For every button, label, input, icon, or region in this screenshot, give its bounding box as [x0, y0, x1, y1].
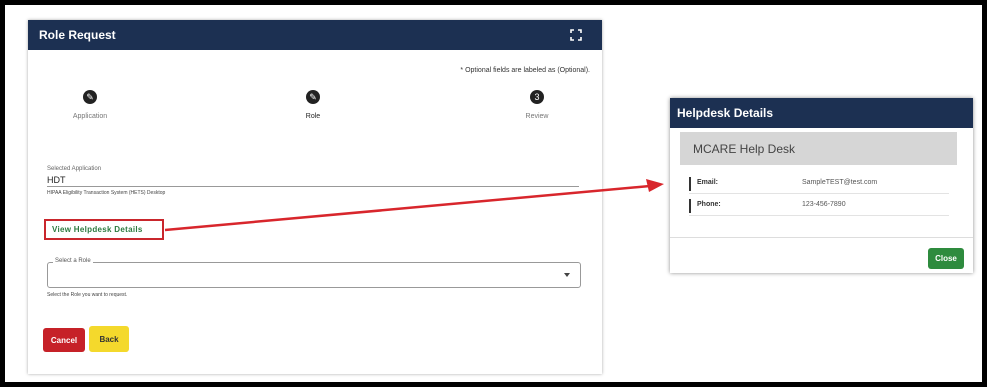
- step-label: Review: [525, 113, 549, 120]
- optional-fields-note: * Optional fields are labeled as (Option…: [460, 67, 590, 74]
- selected-application-value: HDT: [47, 175, 66, 185]
- modal-header: Helpdesk Details: [670, 98, 973, 128]
- panel-title: Role Request: [39, 28, 116, 42]
- step-review: 3 Review: [492, 90, 582, 120]
- step-label: Application: [72, 113, 108, 120]
- role-select[interactable]: Select a Role: [47, 258, 581, 288]
- step-role: ✎ Role: [268, 90, 358, 120]
- row-accent-bar: [689, 177, 691, 191]
- phone-row: Phone: 123-456-7890: [689, 198, 949, 216]
- expand-icon[interactable]: [568, 27, 584, 43]
- chevron-down-icon[interactable]: [564, 273, 570, 277]
- number-icon: 3: [530, 90, 544, 104]
- back-button[interactable]: Back: [89, 326, 129, 352]
- pencil-icon: ✎: [306, 90, 320, 104]
- phone-label: Phone:: [697, 201, 721, 208]
- email-label: Email:: [697, 179, 719, 186]
- view-helpdesk-details-link[interactable]: View Helpdesk Details: [44, 219, 164, 240]
- role-request-panel: Role Request * Optional fields are label…: [28, 20, 602, 374]
- phone-value: 123-456-7890: [802, 201, 846, 208]
- role-select-hint: Select the Role you want to request.: [47, 292, 128, 298]
- helpdesk-name: MCARE Help Desk: [693, 142, 796, 156]
- close-button[interactable]: Close: [928, 248, 964, 269]
- helpdesk-details-modal: Helpdesk Details MCARE Help Desk Email: …: [670, 98, 973, 273]
- step-application: ✎ Application: [45, 90, 135, 120]
- email-value: SampleTEST@test.com: [802, 179, 878, 186]
- selected-application-hint: HIPAA Eligibility Transaction System (HE…: [47, 190, 166, 196]
- panel-header: Role Request: [28, 20, 602, 50]
- step-label: Role: [305, 113, 321, 120]
- pencil-icon: ✎: [83, 90, 97, 104]
- row-accent-bar: [689, 199, 691, 213]
- role-select-label: Select a Role: [53, 258, 93, 264]
- email-row: Email: SampleTEST@test.com: [689, 176, 949, 194]
- cancel-button[interactable]: Cancel: [43, 328, 85, 352]
- field-underline: [47, 186, 579, 187]
- selected-application-label: Selected Application: [47, 166, 102, 172]
- modal-footer-divider: [670, 237, 973, 238]
- modal-title: Helpdesk Details: [677, 106, 774, 120]
- helpdesk-card-header: MCARE Help Desk: [680, 132, 957, 165]
